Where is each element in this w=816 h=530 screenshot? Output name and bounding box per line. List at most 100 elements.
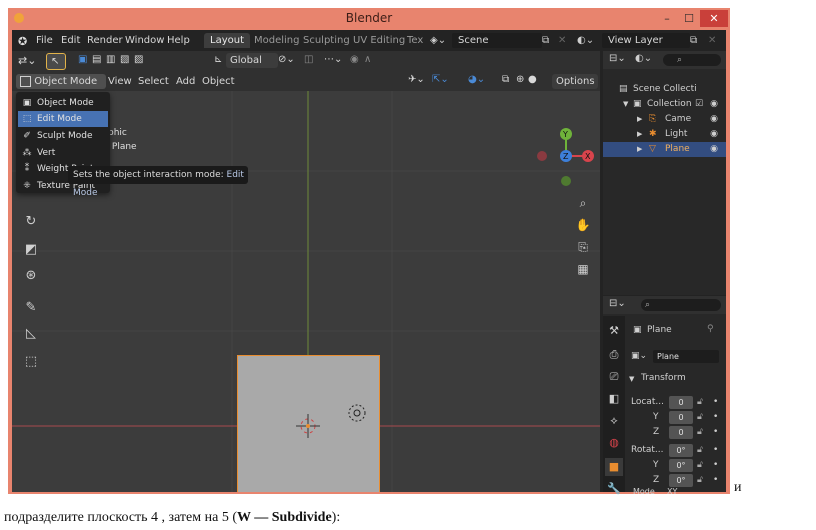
gizmo-toggle-icon[interactable]: ⇱⌄	[432, 74, 449, 85]
view-layer-selector[interactable]: View Layer	[602, 33, 690, 48]
expand-arrow-icon[interactable]: ▶	[637, 127, 642, 142]
tab-texture[interactable]: Tex	[401, 33, 429, 48]
snap-target-icon[interactable]: ⋯⌄	[324, 54, 342, 65]
rotate-tool-icon[interactable]: ↻	[20, 211, 42, 233]
pivot-point-icon[interactable]: ⊘⌄	[278, 54, 295, 65]
outliner-row[interactable]: ▶ ▽ Plane ◉	[603, 142, 726, 157]
shading-wireframe-icon[interactable]: ⊕	[516, 74, 524, 85]
tab-layout[interactable]: Layout	[204, 33, 250, 48]
outliner-row[interactable]: ▶ ⎘ Came ◉	[603, 112, 726, 127]
view-layer-icon[interactable]: ◐⌄	[577, 35, 594, 46]
collapse-arrow-icon[interactable]: ▼	[629, 375, 634, 383]
checkbox-icon[interactable]: ☑	[695, 97, 703, 112]
data-selector-icon[interactable]: ▣⌄	[631, 351, 647, 361]
select-mode-extend-icon[interactable]: ▤	[92, 54, 101, 65]
object-name-field[interactable]: Plane	[653, 350, 719, 363]
blender-menu-icon[interactable]: ✪	[18, 35, 27, 48]
lock-icon[interactable]: 🔓︎	[697, 445, 703, 455]
orientation-dropdown[interactable]: Global	[226, 53, 278, 68]
menu-help[interactable]: Help	[167, 35, 190, 46]
view-layer-remove-icon[interactable]: ✕	[708, 35, 716, 46]
lock-icon[interactable]: 🔓︎	[697, 427, 703, 437]
select-mode-invert-icon[interactable]: ▧	[120, 54, 129, 65]
eye-icon[interactable]: ◉	[710, 127, 718, 142]
orientation-icon[interactable]: ⊾	[214, 54, 222, 65]
scene-new-icon[interactable]: ⧉	[542, 35, 549, 46]
menu-select[interactable]: Select	[138, 76, 169, 87]
keyframe-dot-icon[interactable]: •	[713, 427, 718, 437]
transform-tool-icon[interactable]: ⇄⌄	[18, 54, 36, 67]
mode-dropdown[interactable]: Object Mode	[16, 74, 106, 89]
scene-tab-icon[interactable]: ⟡	[605, 412, 623, 430]
scene-remove-icon[interactable]: ✕	[558, 35, 566, 46]
menu-file[interactable]: File	[36, 35, 53, 46]
close-button[interactable]: ✕	[700, 10, 728, 27]
output-tab-icon[interactable]: ⎚	[605, 368, 623, 386]
select-mode-new-icon[interactable]: ▣	[78, 54, 87, 65]
keyframe-dot-icon[interactable]: •	[713, 475, 718, 485]
keyframe-dot-icon[interactable]: •	[713, 460, 718, 470]
expand-arrow-icon[interactable]: ▶	[637, 112, 642, 127]
menu-render[interactable]: Render	[87, 35, 123, 46]
maximize-button[interactable]: ☐	[678, 10, 700, 27]
location-x-field[interactable]: 0	[669, 396, 693, 409]
rotation-mode-dropdown[interactable]: XY	[667, 487, 677, 496]
minimize-button[interactable]: –	[656, 10, 678, 27]
mode-item-sculpt[interactable]: ✐ Sculpt Mode	[18, 128, 108, 144]
display-mode-icon[interactable]: ⊟⌄	[609, 53, 626, 64]
lock-icon[interactable]: 🔓︎	[697, 460, 703, 470]
annotate-tool-icon[interactable]: ✎	[20, 297, 42, 319]
select-mode-intersect-icon[interactable]: ▨	[134, 54, 143, 65]
keyframe-dot-icon[interactable]: •	[713, 445, 718, 455]
eye-icon[interactable]: ◉	[710, 97, 718, 112]
snap-icon[interactable]: ◫	[304, 54, 313, 65]
filter-icon[interactable]: ◐⌄	[635, 53, 652, 64]
visibility-icon[interactable]: ✈⌄	[408, 74, 425, 85]
keyframe-dot-icon[interactable]: •	[713, 412, 718, 422]
proportional-edit-icon[interactable]: ◉	[350, 54, 359, 65]
pin-icon[interactable]: ⚲	[707, 324, 714, 334]
location-y-field[interactable]: 0	[669, 411, 693, 424]
menu-object[interactable]: Object	[202, 76, 235, 87]
view-layer-tab-icon[interactable]: ◧	[605, 390, 623, 408]
proportional-falloff-icon[interactable]: ∧	[364, 54, 371, 65]
measure-tool-icon[interactable]: ◺	[20, 323, 42, 345]
transform-tool-icon[interactable]: ⊛	[20, 265, 42, 287]
modifier-tab-icon[interactable]: 🔧	[605, 480, 623, 498]
object-tab-icon[interactable]: ■	[605, 458, 623, 476]
add-cube-tool-icon[interactable]: ⬚	[20, 351, 42, 373]
world-tab-icon[interactable]: ◍	[605, 434, 623, 452]
outliner-row[interactable]: ▼ ▣ Collection ☑ ◉	[603, 97, 726, 112]
menu-edit[interactable]: Edit	[61, 35, 80, 46]
xray-toggle-icon[interactable]: ⧉	[502, 74, 509, 85]
rotation-x-field[interactable]: 0°	[669, 444, 693, 457]
tool-tab-icon[interactable]: ⚒	[605, 322, 623, 340]
editor-type-icon[interactable]: ⊟⌄	[609, 298, 626, 309]
scene-type-icon[interactable]: ◈⌄	[430, 35, 446, 46]
scene-selector[interactable]: Scene	[452, 33, 542, 48]
eye-icon[interactable]: ◉	[710, 142, 718, 157]
title-bar[interactable]: Blender – ☐ ✕	[8, 8, 730, 30]
rotation-y-field[interactable]: 0°	[669, 459, 693, 472]
render-tab-icon[interactable]: ⎙	[605, 346, 623, 364]
pan-view-icon[interactable]: ✋	[573, 215, 593, 235]
lock-icon[interactable]: 🔓︎	[697, 475, 703, 485]
overlay-toggle-icon[interactable]: ◕⌄	[468, 74, 485, 85]
mode-item-object[interactable]: ▣ Object Mode	[18, 95, 108, 111]
rotation-z-field[interactable]: 0°	[669, 474, 693, 487]
eye-icon[interactable]: ◉	[710, 112, 718, 127]
menu-view[interactable]: View	[108, 76, 132, 87]
select-tool-icon[interactable]: ↖	[46, 53, 66, 70]
lock-icon[interactable]: 🔓︎	[697, 397, 703, 407]
outliner-row[interactable]: ▶ ✱ Light ◉	[603, 127, 726, 142]
expand-arrow-icon[interactable]: ▶	[637, 142, 642, 157]
3d-viewport[interactable]: Y X Z ⌕ ✋ ⎘ ▦ ⇄⌄ ↖ ▣ ▤ ▥ ▧ ▨ ⊾ Global ⊘⌄…	[12, 51, 600, 492]
mode-item-vertex-paint[interactable]: ⁂ Vert	[18, 145, 108, 161]
mode-item-edit[interactable]: ⬚ Edit Mode	[18, 111, 108, 127]
menu-add[interactable]: Add	[176, 76, 195, 87]
zoom-view-icon[interactable]: ⌕	[573, 193, 593, 213]
outliner-search-input[interactable]: ⌕	[663, 54, 721, 66]
location-z-field[interactable]: 0	[669, 426, 693, 439]
shading-solid-icon[interactable]: ●	[528, 74, 537, 85]
lock-icon[interactable]: 🔓︎	[697, 412, 703, 422]
